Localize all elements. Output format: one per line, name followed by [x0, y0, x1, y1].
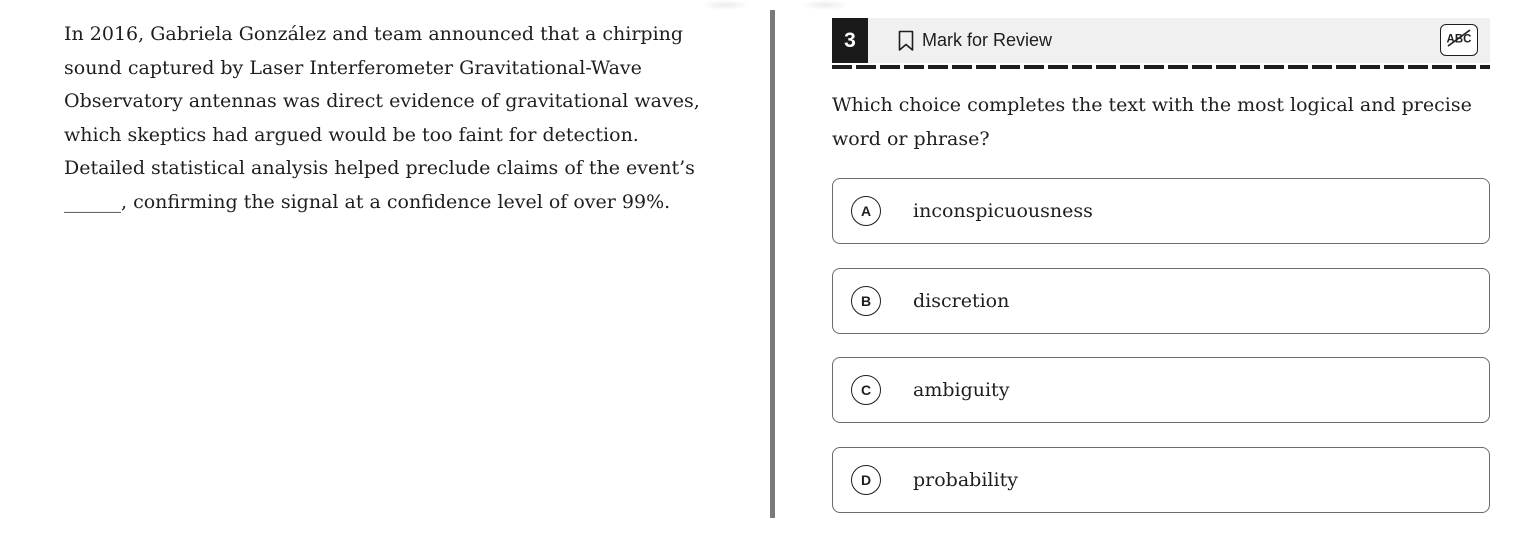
choice-text-c: ambiguity — [913, 379, 1010, 401]
passage-pane: In 2016, Gabriela González and team anno… — [64, 18, 704, 219]
choice-c[interactable]: C ambiguity — [832, 357, 1490, 423]
answer-choices: A inconspicuousness B discretion C ambig… — [832, 178, 1490, 513]
question-prompt: Which choice completes the text with the… — [832, 94, 1472, 150]
header-dashed-rule — [832, 65, 1490, 69]
choice-d[interactable]: D probability — [832, 446, 1490, 513]
question-number: 3 — [832, 18, 868, 63]
top-shadow-left — [700, 0, 750, 10]
passage-text: In 2016, Gabriela González and team anno… — [64, 23, 700, 213]
mark-for-review-label: Mark for Review — [922, 30, 1053, 50]
choice-text-b: discretion — [913, 289, 1010, 312]
top-shadow-right — [800, 0, 850, 10]
question-pane: 3 Mark for Review ABC Which choice compl… — [832, 18, 1490, 536]
mark-for-review-button[interactable]: Mark for Review — [898, 30, 1052, 52]
choice-a[interactable]: A inconspicuousness — [832, 178, 1490, 244]
pane-divider[interactable] — [770, 10, 775, 518]
choice-letter-a: A — [851, 196, 881, 226]
abc-strikethrough-icon: ABC — [1445, 27, 1473, 53]
choice-text-a: inconspicuousness — [913, 200, 1093, 222]
choice-text-d: probability — [913, 468, 1018, 491]
choice-letter-d: D — [851, 464, 881, 495]
bookmark-icon — [898, 30, 914, 52]
question-header: 3 Mark for Review ABC — [832, 18, 1490, 63]
choice-b[interactable]: B discretion — [832, 267, 1490, 334]
choice-letter-b: B — [851, 285, 881, 316]
answer-eliminator-button[interactable]: ABC — [1440, 24, 1478, 56]
choice-letter-c: C — [851, 375, 881, 405]
